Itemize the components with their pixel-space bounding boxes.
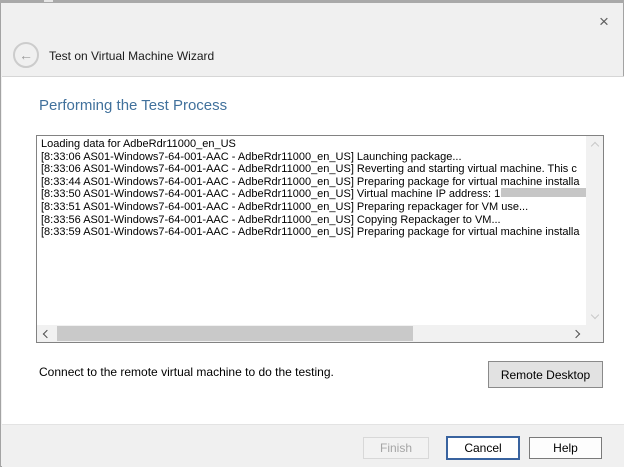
log-line[interactable]: [8:33:50 AS01-Windows7-64-001-AAC - Adbe… [41, 188, 586, 201]
log-line-text: [8:33:56 AS01-Windows7-64-001-AAC - Adbe… [41, 214, 501, 226]
horizontal-scrollbar-thumb[interactable] [57, 326, 413, 341]
chevron-right-icon [572, 329, 580, 337]
log-listbox[interactable]: Loading data for AdbeRdr11000_en_US[8:33… [36, 135, 604, 343]
log-list: Loading data for AdbeRdr11000_en_US[8:33… [37, 136, 586, 325]
footer-bar: Finish Cancel Help [2, 424, 624, 467]
remote-desktop-button[interactable]: Remote Desktop [488, 361, 603, 388]
vertical-scrollbar[interactable] [586, 136, 603, 325]
close-icon: × [599, 13, 609, 30]
help-button[interactable]: Help [529, 437, 602, 459]
redacted-ip-bar [501, 188, 586, 197]
scrollbar-corner [586, 325, 603, 342]
scroll-down-button[interactable] [586, 308, 603, 325]
page-title: Performing the Test Process [39, 97, 227, 114]
scroll-up-button[interactable] [586, 136, 603, 153]
help-label: Help [553, 441, 578, 455]
cancel-button[interactable]: Cancel [446, 436, 520, 460]
log-line-text: Loading data for AdbeRdr11000_en_US [41, 138, 236, 150]
log-line[interactable]: [8:33:06 AS01-Windows7-64-001-AAC - Adbe… [41, 163, 586, 176]
finish-button[interactable]: Finish [363, 437, 429, 459]
scroll-right-button[interactable] [569, 325, 586, 342]
log-line-text: [8:33:06 AS01-Windows7-64-001-AAC - Adbe… [41, 151, 462, 163]
log-line[interactable]: Loading data for AdbeRdr11000_en_US [41, 138, 586, 151]
log-line-text: [8:33:50 AS01-Windows7-64-001-AAC - Adbe… [41, 188, 500, 200]
horizontal-scrollbar[interactable] [37, 325, 586, 342]
scroll-left-button[interactable] [37, 325, 54, 342]
screenshot-root: × ← Test on Virtual Machine Wizard Perfo… [0, 0, 624, 467]
status-text: Connect to the remote virtual machine to… [39, 365, 334, 379]
cancel-label: Cancel [464, 441, 501, 455]
log-line-text: [8:33:06 AS01-Windows7-64-001-AAC - Adbe… [41, 163, 577, 175]
close-button[interactable]: × [589, 9, 619, 33]
chevron-down-icon [590, 311, 598, 319]
finish-label: Finish [380, 441, 412, 455]
log-line[interactable]: [8:33:56 AS01-Windows7-64-001-AAC - Adbe… [41, 214, 586, 227]
log-line-text: [8:33:59 AS01-Windows7-64-001-AAC - Adbe… [41, 226, 580, 238]
chevron-left-icon [43, 329, 51, 337]
log-line-text: [8:33:44 AS01-Windows7-64-001-AAC - Adbe… [41, 176, 580, 188]
back-button[interactable]: ← [13, 42, 39, 68]
content-panel: Performing the Test Process Loading data… [2, 76, 624, 424]
log-line[interactable]: [8:33:59 AS01-Windows7-64-001-AAC - Adbe… [41, 226, 586, 239]
log-line[interactable]: [8:33:51 AS01-Windows7-64-001-AAC - Adbe… [41, 201, 586, 214]
background-window-notch [44, 0, 53, 2]
wizard-dialog: × ← Test on Virtual Machine Wizard Perfo… [0, 3, 624, 467]
remote-desktop-label: Remote Desktop [501, 368, 590, 382]
chevron-up-icon [590, 142, 598, 150]
log-line[interactable]: [8:33:06 AS01-Windows7-64-001-AAC - Adbe… [41, 151, 586, 164]
back-arrow-icon: ← [19, 48, 33, 62]
log-line[interactable]: [8:33:44 AS01-Windows7-64-001-AAC - Adbe… [41, 176, 586, 189]
wizard-title: Test on Virtual Machine Wizard [49, 49, 214, 63]
log-line-text: [8:33:51 AS01-Windows7-64-001-AAC - Adbe… [41, 201, 528, 213]
